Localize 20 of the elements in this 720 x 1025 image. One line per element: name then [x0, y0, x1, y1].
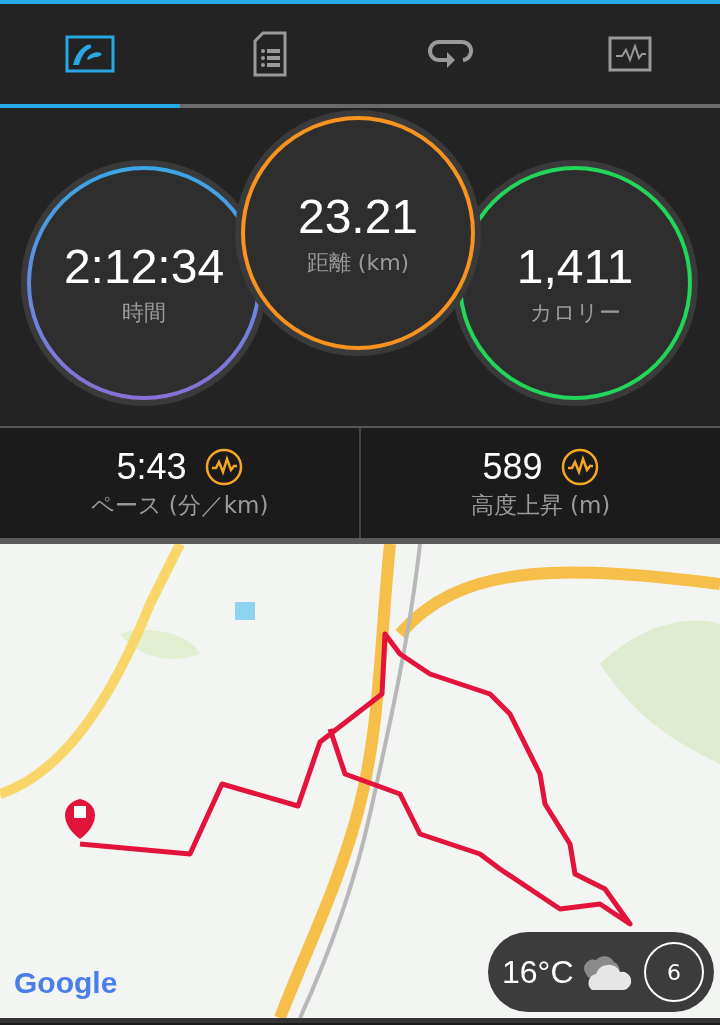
stat-value: 2:12:34: [63, 238, 225, 294]
metric-value: 5:43: [116, 445, 187, 488]
map-attribution: Google: [14, 966, 118, 1000]
dial-indicator: 6: [644, 942, 704, 1002]
activity-badge-icon: [204, 447, 243, 486]
activity-badge-icon: [560, 447, 599, 486]
stat-label: 時間: [122, 298, 166, 327]
loop-arrow-icon: [427, 38, 473, 70]
metric-label: ペース (分／km): [90, 490, 269, 520]
stat-label: カロリー: [529, 298, 621, 327]
stat-label: 距離 (km): [306, 248, 410, 277]
activity-graph-icon: [608, 36, 652, 72]
metric-value: 589: [482, 445, 543, 488]
document-icon: [253, 31, 287, 77]
map-icon: [65, 35, 115, 73]
weather-widget[interactable]: 16°C 6: [488, 932, 714, 1012]
metric-label: 高度上昇 (m): [470, 490, 611, 520]
stat-value: 1,411: [516, 238, 634, 294]
stat-value: 23.21: [297, 188, 419, 244]
temperature: 16°C: [502, 953, 574, 991]
